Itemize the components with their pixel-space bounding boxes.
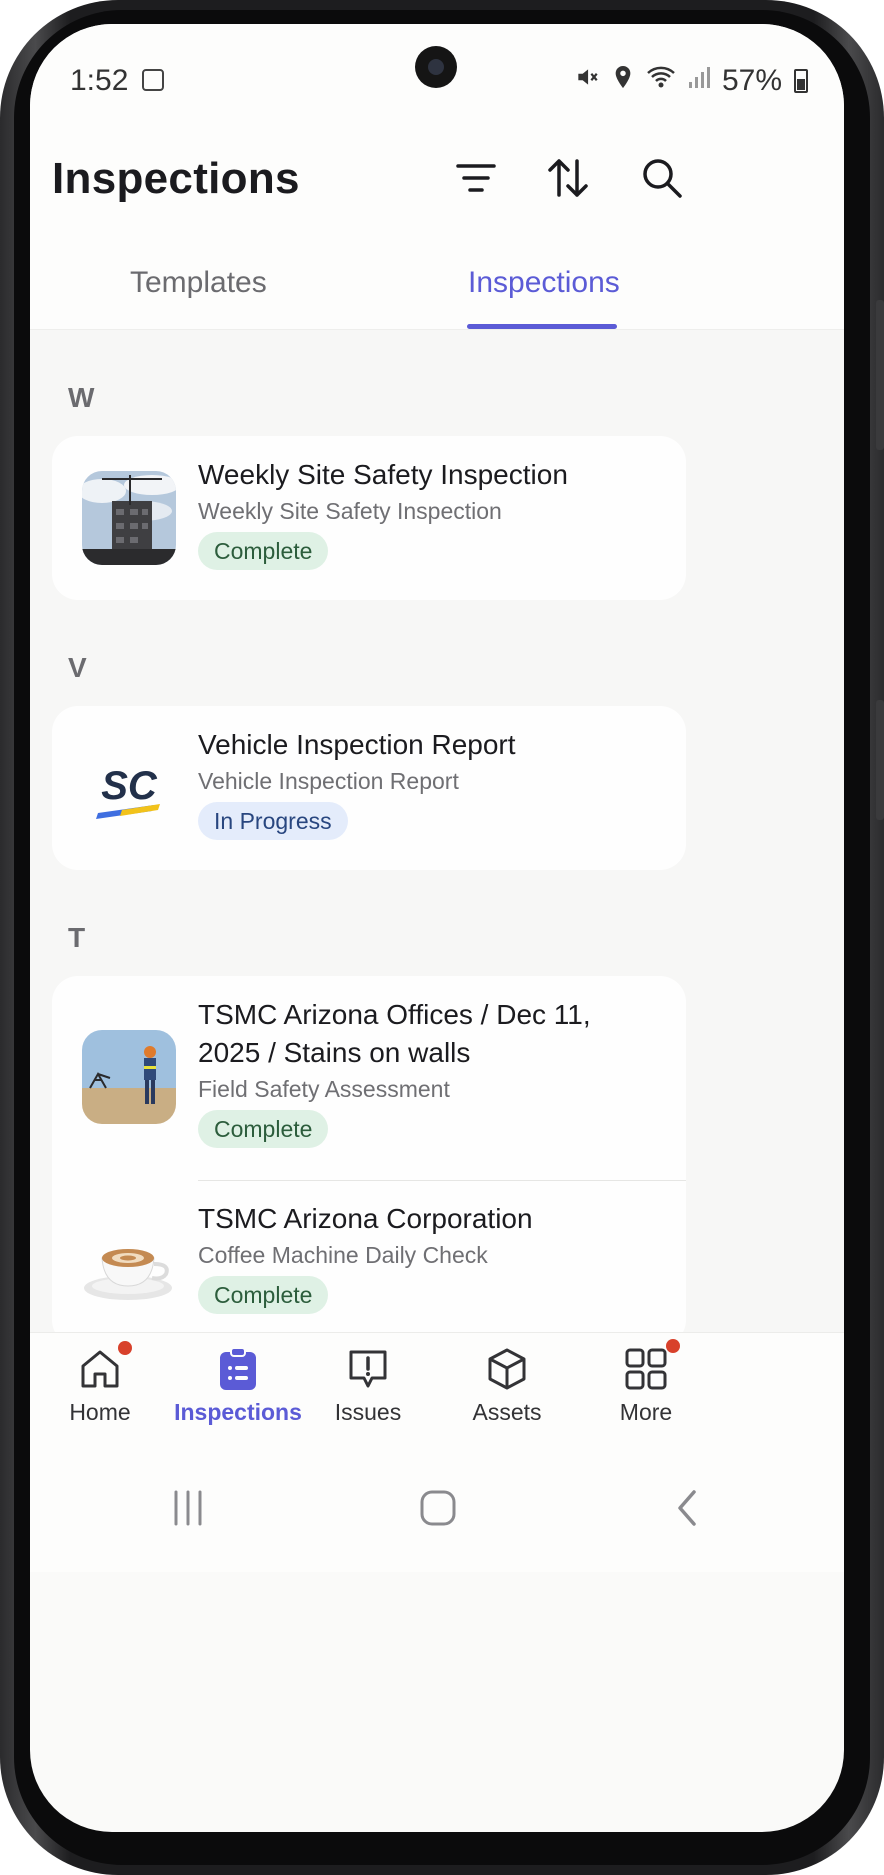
nav-label: Assets [472, 1399, 542, 1425]
power-button [876, 700, 884, 820]
sc-logo-thumbnail: SC [82, 741, 176, 835]
search-button[interactable] [630, 146, 694, 210]
front-camera [415, 46, 457, 88]
back-button[interactable] [658, 1480, 718, 1536]
notification-dot [118, 1341, 132, 1355]
sort-icon [548, 159, 588, 197]
tab-inspections[interactable]: Inspections [468, 266, 620, 300]
nav-label: Issues [334, 1399, 402, 1425]
filter-button[interactable] [444, 146, 508, 210]
volume-button [876, 300, 884, 450]
battery-percent: 57% [721, 64, 782, 97]
status-icons: 57% [574, 64, 808, 98]
mute-icon [574, 64, 600, 98]
status-badge: Complete [198, 1276, 329, 1314]
nav-label: Inspections [174, 1399, 302, 1425]
status-badge: Complete [198, 532, 329, 570]
coffee-cup-thumbnail [82, 1220, 176, 1314]
search-icon [643, 159, 682, 198]
section-card-t: TSMC Arizona Offices / Dec 11, 2025 / St… [52, 976, 686, 1346]
signal-icon [688, 64, 710, 98]
section-card-w: Weekly Site Safety Inspection Weekly Sit… [52, 436, 686, 600]
page-title: Inspections [52, 154, 300, 203]
location-icon [612, 64, 634, 98]
item-title: Weekly Site Safety Inspection [198, 459, 568, 490]
sort-button[interactable] [536, 146, 600, 210]
svg-text:SC: SC [101, 764, 158, 808]
nav-home[interactable]: Home [30, 1341, 170, 1449]
inspection-list[interactable]: W Weekly Site Safety Inspection Weekly S… [30, 330, 844, 1352]
list-item[interactable]: SC Vehicle Inspection Report Vehicle Ins… [52, 706, 686, 870]
nav-issues[interactable]: Issues [298, 1345, 438, 1449]
item-subtitle: Coffee Machine Daily Check [198, 1242, 488, 1268]
filter-icon [456, 164, 496, 192]
list-item[interactable]: TSMC Arizona Offices / Dec 11, 2025 / St… [52, 976, 686, 1180]
nav-assets[interactable]: Assets [437, 1345, 577, 1449]
phone-frame: 1:52 57% Inspections Templates Inspectio… [0, 0, 884, 1875]
recent-apps-icon [174, 1490, 202, 1526]
item-title: Vehicle Inspection Report [198, 729, 516, 760]
battery-icon [794, 69, 808, 93]
issue-alert-icon [344, 1345, 392, 1393]
bottom-nav: Home Inspections Issues Assets More [30, 1332, 844, 1452]
grid-icon [622, 1339, 680, 1393]
section-header-t: T [68, 922, 86, 953]
item-title-line2: 2025 / Stains on walls [198, 1037, 471, 1068]
status-time: 1:52 [70, 64, 129, 97]
section-header-v: V [68, 652, 87, 683]
back-icon [678, 1490, 696, 1526]
app-header: Inspections [30, 134, 844, 224]
item-title-line1: TSMC Arizona Offices / Dec 11, [198, 999, 591, 1030]
cube-icon [483, 1345, 531, 1393]
item-title: TSMC Arizona Corporation [198, 1203, 533, 1234]
clipboard-icon [214, 1345, 262, 1393]
status-badge: In Progress [198, 802, 348, 840]
nav-label: Home [69, 1399, 131, 1425]
home-icon [76, 1341, 132, 1393]
wifi-icon [646, 64, 676, 98]
section-header-w: W [68, 382, 95, 413]
notification-dot [666, 1339, 680, 1353]
construction-site-thumbnail [82, 471, 176, 565]
active-tab-indicator [467, 324, 617, 329]
section-card-v: SC Vehicle Inspection Report Vehicle Ins… [52, 706, 686, 870]
screen-record-icon [142, 69, 164, 91]
system-nav-bar [30, 1452, 844, 1572]
oilfield-worker-thumbnail [82, 1030, 176, 1124]
nav-label: More [619, 1399, 673, 1425]
item-subtitle: Field Safety Assessment [198, 1076, 450, 1102]
item-subtitle: Vehicle Inspection Report [198, 768, 459, 794]
screen: 1:52 57% Inspections Templates Inspectio… [30, 24, 844, 1832]
list-item[interactable]: Weekly Site Safety Inspection Weekly Sit… [52, 436, 686, 600]
list-item[interactable]: TSMC Arizona Corporation Coffee Machine … [52, 1180, 686, 1346]
status-badge: Complete [198, 1110, 329, 1148]
tab-templates[interactable]: Templates [130, 266, 267, 300]
home-system-button[interactable] [408, 1480, 468, 1536]
home-system-icon [420, 1490, 456, 1526]
tab-bar: Templates Inspections [30, 224, 844, 330]
item-subtitle: Weekly Site Safety Inspection [198, 498, 502, 524]
nav-inspections[interactable]: Inspections [160, 1345, 316, 1449]
nav-more[interactable]: More [576, 1339, 716, 1449]
recent-apps-button[interactable] [158, 1480, 218, 1536]
status-bar: 1:52 57% [30, 24, 844, 134]
